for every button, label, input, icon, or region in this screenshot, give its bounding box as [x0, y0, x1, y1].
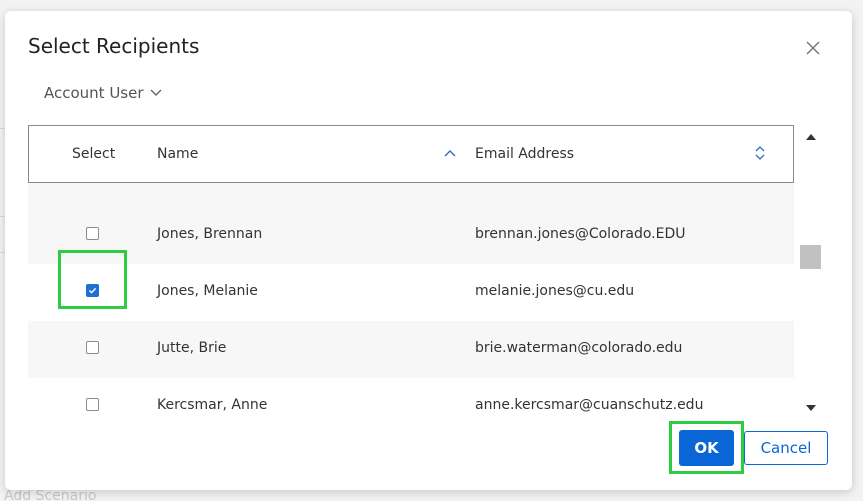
- scroll-down-arrow-icon[interactable]: [805, 404, 817, 412]
- row-email: brennan.jones@Colorado.EDU: [475, 226, 686, 242]
- sort-ascending-icon[interactable]: [443, 149, 457, 158]
- table-header: Select Name Email Address: [28, 125, 794, 183]
- select-column-header: Select: [72, 146, 116, 162]
- name-column-header[interactable]: Name: [157, 146, 198, 162]
- checkmark-icon: [89, 287, 97, 294]
- dialog-title: Select Recipients: [28, 34, 200, 58]
- ok-button[interactable]: OK: [679, 430, 734, 466]
- scrollbar-thumb[interactable]: [800, 245, 821, 269]
- table-row-partial: [28, 181, 794, 208]
- cancel-button[interactable]: Cancel: [744, 431, 828, 465]
- table-row[interactable]: Jones, Brennan brennan.jones@Colorado.ED…: [28, 207, 794, 264]
- row-name: Kercsmar, Anne: [157, 397, 268, 413]
- row-select-checkbox[interactable]: [86, 398, 99, 411]
- account-user-filter-dropdown[interactable]: Account User: [44, 84, 162, 102]
- row-name: Jutte, Brie: [157, 340, 227, 356]
- row-email: anne.kercsmar@cuanschutz.edu: [475, 397, 704, 413]
- row-select-checkbox[interactable]: [86, 227, 99, 240]
- table-row[interactable]: Kercsmar, Anne anne.kercsmar@cuanschutz.…: [28, 378, 794, 421]
- row-name: Jones, Melanie: [157, 283, 258, 299]
- recipients-table: Jones, Brennan brennan.jones@Colorado.ED…: [28, 125, 794, 421]
- close-button[interactable]: [803, 38, 823, 58]
- filter-label: Account User: [44, 84, 144, 102]
- table-scrollbar[interactable]: [800, 129, 822, 425]
- sort-both-icon[interactable]: [754, 145, 766, 161]
- scroll-up-arrow-icon[interactable]: [805, 133, 817, 141]
- table-row[interactable]: Jutte, Brie brie.waterman@colorado.edu: [28, 321, 794, 378]
- row-email: brie.waterman@colorado.edu: [475, 340, 683, 356]
- close-icon: [806, 41, 820, 55]
- table-row[interactable]: Jones, Melanie melanie.jones@cu.edu: [28, 264, 794, 321]
- select-recipients-dialog: Select Recipients Account User Jones, Br…: [5, 11, 852, 490]
- row-select-checkbox[interactable]: [86, 284, 99, 297]
- email-column-header[interactable]: Email Address: [475, 146, 574, 162]
- row-select-checkbox[interactable]: [86, 341, 99, 354]
- chevron-down-icon: [150, 89, 162, 96]
- row-email: melanie.jones@cu.edu: [475, 283, 635, 299]
- row-name: Jones, Brennan: [157, 226, 263, 242]
